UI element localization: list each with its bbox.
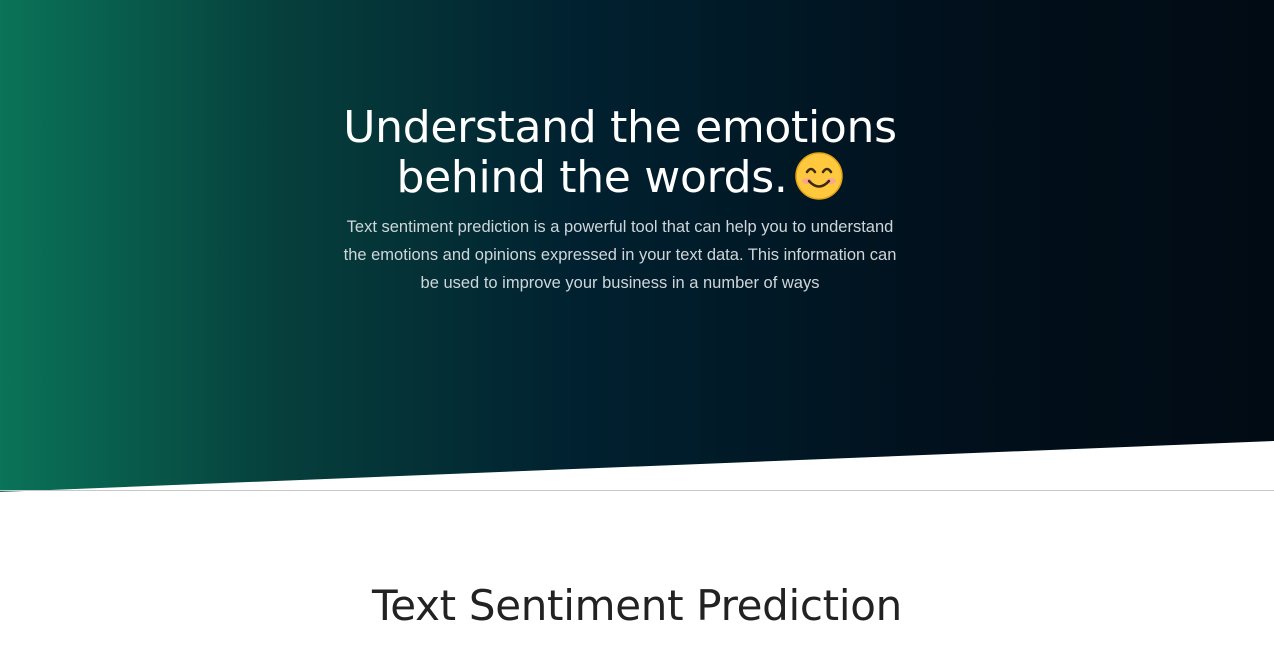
hero-banner: Understand the emotions behind the words…: [0, 0, 1274, 492]
page: Understand the emotions behind the words…: [0, 0, 1274, 649]
hero-description: Text sentiment prediction is a powerful …: [343, 218, 897, 292]
hero-divider: [0, 490, 1274, 491]
hero-title: Understand the emotions behind the words…: [337, 104, 903, 201]
smiling-face-icon: [794, 151, 844, 201]
section-title: Text Sentiment Prediction: [372, 581, 902, 630]
hero-content: Understand the emotions behind the words…: [337, 104, 903, 297]
